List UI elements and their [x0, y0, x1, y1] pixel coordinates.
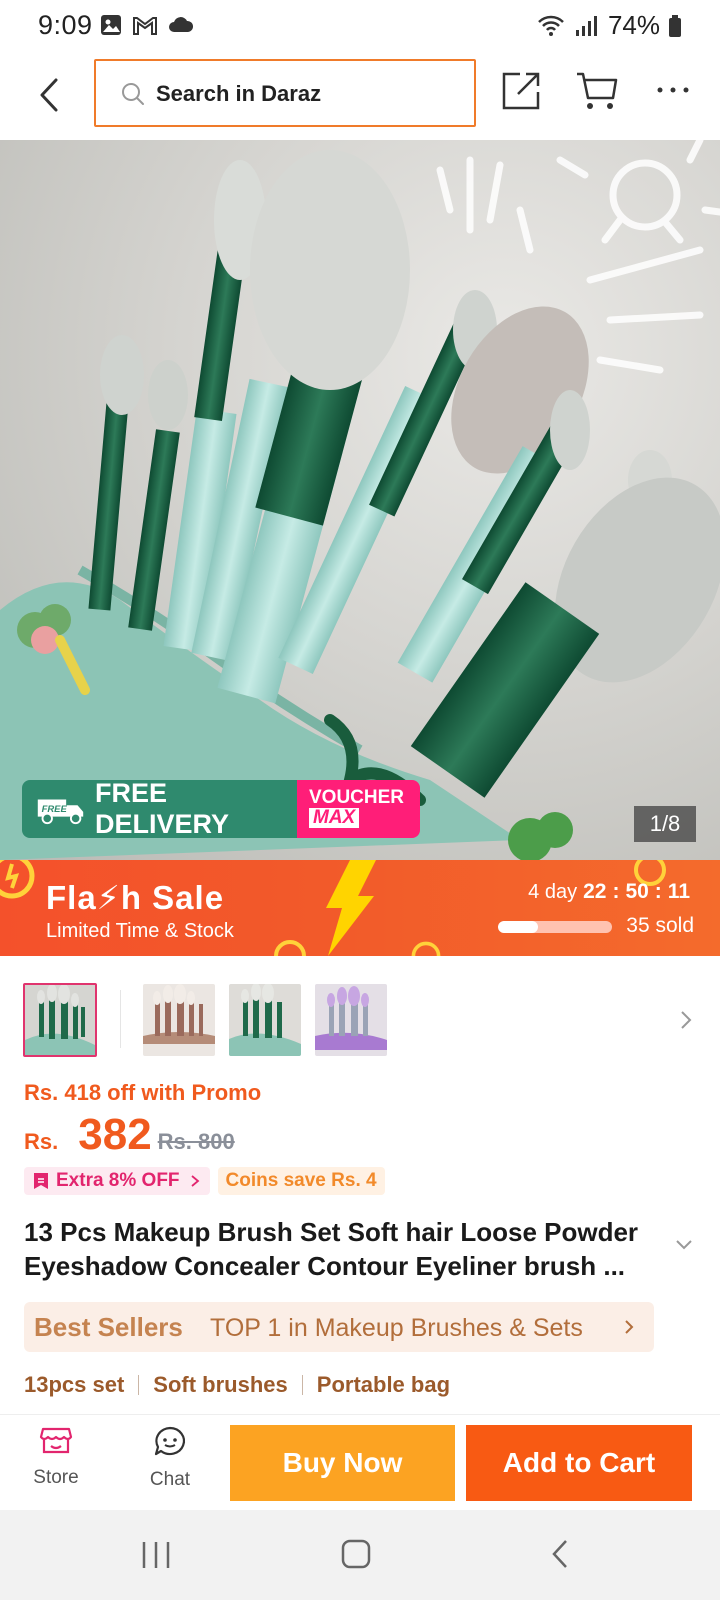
store-button[interactable]: Store	[16, 1425, 96, 1489]
search-placeholder: Search in Daraz	[156, 81, 322, 106]
free-delivery-tag: FREE FREE DELIVERY	[22, 780, 297, 838]
search-icon	[122, 83, 144, 105]
alarm-clock-icon	[0, 860, 35, 899]
cloud-icon	[169, 17, 194, 32]
top-bar: Search in Daraz	[0, 52, 720, 140]
add-to-cart-button[interactable]: Add to Cart	[466, 1425, 692, 1501]
sold-progress-bar	[498, 921, 612, 933]
chat-button[interactable]: Chat	[130, 1425, 210, 1491]
countdown-hours: 22	[583, 880, 607, 903]
buy-now-button[interactable]: Buy Now	[230, 1425, 455, 1501]
search-input[interactable]: Search in Daraz	[94, 59, 476, 127]
store-icon	[39, 1427, 73, 1454]
alarm-clock-icon	[411, 941, 441, 956]
sold-count: 35 sold	[626, 914, 694, 937]
voucher-max-label: MAX	[309, 808, 360, 828]
battery-icon	[669, 14, 681, 37]
notification-icons	[100, 14, 194, 36]
countdown-days: 4 day	[528, 881, 578, 903]
status-bar: 9:09 74%	[0, 0, 720, 52]
best-sellers-label: Best Sellers	[34, 1312, 183, 1342]
lightning-icon	[326, 860, 376, 956]
product-title-line2: Eyeshadow Concealer Contour Eyeliner bru…	[24, 1251, 626, 1281]
store-label: Store	[33, 1467, 79, 1488]
chevron-down-icon[interactable]	[674, 1238, 694, 1252]
system-nav-bar	[0, 1510, 720, 1600]
voucher-icon	[34, 1173, 48, 1189]
thumbnail-divider	[120, 990, 121, 1048]
product-title-line1: 13 Pcs Makeup Brush Set Soft hair Loose …	[24, 1217, 639, 1247]
svg-text:FREE: FREE	[42, 804, 68, 815]
truck-icon: FREE	[37, 799, 84, 825]
voucher-label: VOUCHER	[309, 787, 405, 808]
chevron-right-icon	[625, 1320, 634, 1334]
product-title: 13 Pcs Makeup Brush Set Soft hair Loose …	[24, 1215, 674, 1283]
bottom-action-bar: Store Chat Buy Now Add to Cart	[0, 1414, 720, 1510]
countdown-timer: 4 day 22: 50: 11	[528, 880, 690, 903]
thumbnail-green-brush-set[interactable]	[23, 983, 97, 1057]
tag-item: Portable bag	[316, 1372, 451, 1397]
price-chips: Extra 8% OFF Coins save Rs. 4	[24, 1167, 385, 1195]
price-row: Rs. 382 Rs. 800	[24, 1110, 235, 1160]
sold-progress-fill	[498, 921, 538, 933]
more-icon[interactable]	[655, 82, 691, 98]
current-price: 382	[78, 1110, 152, 1159]
coins-label: Coins save Rs. 4	[225, 1170, 377, 1191]
thumbnail-purple-brush-set[interactable]	[315, 984, 387, 1056]
clock: 9:09	[38, 10, 93, 40]
gmail-icon	[133, 17, 157, 35]
feature-tags: 13pcs set Soft brushes Portable bag	[24, 1372, 450, 1398]
back-icon[interactable]	[28, 70, 72, 120]
tag-item: Soft brushes	[153, 1372, 288, 1397]
flash-sale-banner[interactable]: Fla⚡h Sale Limited Time & Stock 4 day 22…	[0, 860, 720, 956]
share-icon[interactable]	[500, 70, 542, 112]
wifi-icon	[538, 15, 564, 36]
coins-chip[interactable]: Coins save Rs. 4	[217, 1167, 385, 1195]
chat-label: Chat	[149, 1469, 191, 1490]
home-icon[interactable]	[340, 1538, 372, 1570]
tag-item: 13pcs set	[24, 1372, 125, 1397]
currency-label: Rs.	[24, 1129, 59, 1154]
battery-percent: 74%	[607, 10, 660, 40]
promo-text[interactable]: Rs. 418 off with Promo	[24, 1080, 261, 1106]
delivery-voucher-badge: FREE FREE DELIVERY VOUCHER MAX	[22, 780, 420, 838]
product-image[interactable]: FREE FREE DELIVERY VOUCHER MAX 1/8	[0, 140, 720, 860]
brush-set-illustration	[0, 140, 720, 860]
voucher-max-tag: VOUCHER MAX	[297, 780, 420, 838]
best-sellers-banner[interactable]: Best Sellers TOP 1 in Makeup Brushes & S…	[24, 1302, 654, 1352]
original-price: Rs. 800	[157, 1129, 235, 1154]
system-icons: 74%	[536, 10, 682, 41]
image-pager: 1/8	[634, 806, 696, 842]
alarm-clock-icon	[274, 940, 306, 956]
chevron-right-icon	[190, 1175, 199, 1187]
gallery-icon	[101, 15, 121, 35]
free-delivery-label: FREE DELIVERY	[94, 780, 230, 838]
flash-sale-title: Fla⚡h Sale	[46, 879, 225, 916]
chevron-right-icon[interactable]	[676, 1008, 696, 1032]
thumbnail-rose-brush-set[interactable]	[143, 984, 215, 1056]
chat-icon	[154, 1426, 186, 1456]
thumbnail-strip	[0, 980, 720, 1060]
signal-icon	[575, 15, 597, 36]
extra-off-chip[interactable]: Extra 8% OFF	[24, 1167, 210, 1195]
flash-sale-subtitle: Limited Time & Stock	[46, 920, 234, 942]
recent-apps-icon[interactable]	[140, 1540, 172, 1570]
back-nav-icon[interactable]	[548, 1538, 572, 1570]
countdown-minutes: 50	[625, 880, 649, 903]
cart-icon[interactable]	[575, 70, 619, 112]
thumbnail-green-brush-set-2[interactable]	[229, 984, 301, 1056]
countdown-seconds: 11	[667, 880, 690, 903]
extra-off-label: Extra 8% OFF	[56, 1170, 180, 1191]
best-sellers-rank: TOP 1 in Makeup Brushes & Sets	[210, 1314, 583, 1342]
